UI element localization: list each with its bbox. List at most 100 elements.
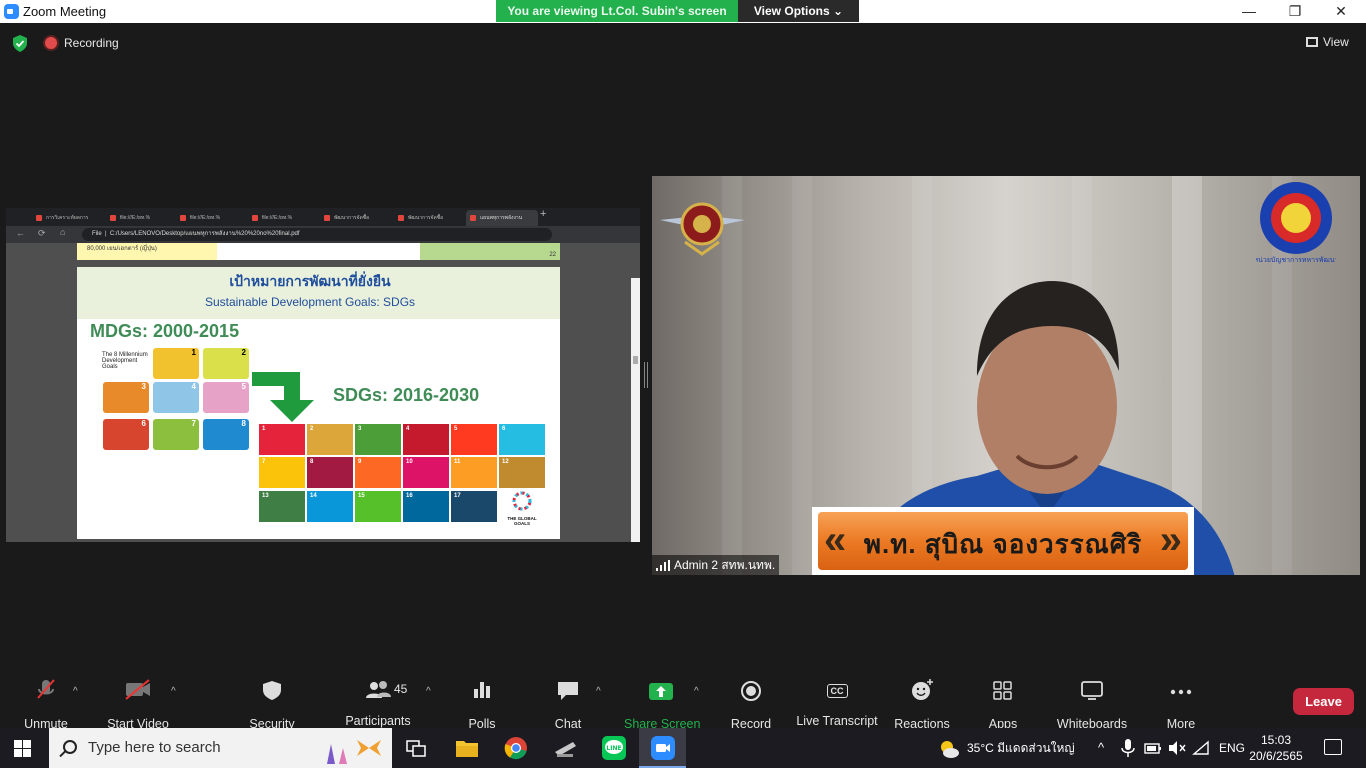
network-icon[interactable] [1192, 740, 1210, 756]
windows-start-icon[interactable] [14, 740, 31, 757]
reactions-button[interactable]: Reactions [894, 670, 950, 731]
video-camera-off-icon [125, 679, 150, 700]
security-shield-icon[interactable] [12, 35, 28, 52]
zoom-taskbar-active[interactable] [639, 728, 686, 768]
svg-text:LINE: LINE [606, 745, 621, 752]
mdg-goal-2-icon: 2 [203, 348, 249, 379]
new-tab-button[interactable]: + [540, 208, 546, 220]
security-button[interactable]: Security [246, 670, 298, 731]
browser-tab[interactable]: file:///E:/ยท.% [106, 210, 174, 226]
battery-icon[interactable] [1144, 740, 1162, 756]
tray-overflow-caret[interactable]: ^ [1098, 728, 1104, 768]
mdg-goal-7-icon: 7 [153, 419, 199, 450]
mdg-goal-3-icon: 3 [103, 382, 149, 413]
browser-tab[interactable]: file:///E:/ยท.% [176, 210, 244, 226]
minimize-button[interactable]: — [1226, 0, 1272, 23]
file-explorer-icon[interactable] [455, 736, 479, 760]
share-screen-arrow-icon [649, 683, 673, 700]
browser-tab-active[interactable]: แผนพหุการพลังงาน [466, 210, 538, 226]
sdg-goal-10-icon: 10 [403, 457, 449, 488]
close-button[interactable]: ✕ [1318, 0, 1364, 23]
browser-tab[interactable]: พัฒนาการจัดซื้อ [394, 210, 464, 226]
mdg-caption: The 8 Millennium Development Goals [102, 352, 148, 370]
splitter-handle[interactable] [644, 362, 648, 388]
home-icon[interactable]: ⌂ [60, 227, 65, 237]
audio-options-caret[interactable]: ^ [73, 686, 78, 697]
microphone-muted-icon [37, 679, 55, 699]
unit-emblem-icon: หน่วยบัญชาการทหารพัฒนา [1256, 182, 1336, 264]
chat-button[interactable]: Chat [548, 670, 588, 731]
view-options-button[interactable]: View Options ⌄ [738, 0, 859, 22]
sdg-goal-2-icon: 2 [307, 424, 353, 455]
url-field[interactable]: File | C:/Users/LENOVO/Desktop/แผนพหุการ… [82, 228, 552, 241]
back-icon[interactable]: ← [16, 228, 25, 238]
task-view-icon[interactable] [404, 736, 428, 760]
video-options-caret[interactable]: ^ [171, 686, 176, 697]
sdg-goal-6-icon: 6 [499, 424, 545, 455]
sdg-goal-17-icon: 17 [451, 491, 497, 522]
start-video-button[interactable]: Start Video [102, 670, 174, 731]
grid-icon [1306, 37, 1318, 47]
recording-label: Recording [64, 36, 119, 50]
zoom-app-icon [4, 4, 19, 19]
speaker-video-tile[interactable]: หน่วยบัญชาการทหารพัฒนา « » พ.ท. สุบิณ จอ… [652, 176, 1360, 575]
view-options-label: View Options [753, 4, 830, 18]
taskbar-clock[interactable]: 15:03 20/6/2565 [1246, 732, 1306, 764]
more-button[interactable]: More [1160, 670, 1202, 731]
taskbar-search-input[interactable]: Type here to search [49, 728, 392, 768]
security-shield-icon [263, 681, 281, 700]
speaker-muted-icon[interactable] [1168, 740, 1186, 756]
microphone-tray-icon[interactable] [1120, 738, 1136, 758]
browser-tab[interactable]: พัฒนาการจัดซื้อ [320, 210, 390, 226]
sdg-goal-15-icon: 15 [355, 491, 401, 522]
windows-taskbar: Type here to search LINE 35°C มีแดดส่วนใ… [0, 728, 1366, 768]
participants-label: Participants [345, 714, 411, 728]
previous-pdf-page: 80,000 เยน/เฮกตาร์ (ญี่ปุ่น) 22 [77, 243, 560, 260]
meeting-toolbar: Unmute ^ Start Video ^ Security 45 Parti… [0, 670, 1366, 731]
record-icon [741, 681, 761, 701]
chat-bubble-icon [558, 682, 578, 700]
share-screen-button[interactable]: Share Screen [624, 670, 700, 731]
polls-bar-chart-icon [474, 682, 490, 698]
mdg-goal-8-icon: 8 [203, 419, 249, 450]
reload-icon[interactable]: ⟳ [38, 228, 46, 239]
polls-button[interactable]: Polls [462, 670, 502, 731]
restore-button[interactable]: ❐ [1272, 0, 1318, 23]
window-title: Zoom Meeting [23, 4, 107, 19]
chrome-icon[interactable] [504, 736, 528, 760]
pdf-scrollbar[interactable] [631, 278, 640, 542]
pdf-viewer: 80,000 เยน/เฮกตาร์ (ญี่ปุ่น) 22 เป้าหมาย… [6, 243, 640, 542]
view-layout-button[interactable]: View [1306, 35, 1349, 49]
zoom-app-icon [651, 736, 675, 760]
browser-tab[interactable]: การวิเคราะห์ผลการ [32, 210, 104, 226]
weather-sun-cloud-icon [941, 741, 959, 758]
sdg-goal-4-icon: 4 [403, 424, 449, 455]
browser-tab[interactable]: file:///E:/ยท.% [248, 210, 316, 226]
shared-screen[interactable]: การวิเคราะห์ผลการ file:///E:/ยท.% file:/… [6, 208, 640, 542]
scanner-app-icon[interactable] [553, 736, 577, 760]
unmute-button[interactable]: Unmute [18, 670, 74, 731]
viewing-screen-banner: You are viewing Lt.Col. Subin's screen [496, 0, 738, 22]
share-options-caret[interactable]: ^ [694, 686, 699, 697]
participants-button[interactable]: 45 Participants [344, 670, 412, 728]
line-app-icon[interactable]: LINE [602, 736, 626, 760]
connection-signal-icon [656, 560, 670, 571]
leave-button[interactable]: Leave [1293, 688, 1354, 715]
slide-title-thai: เป้าหมายการพัฒนาที่ยั่งยืน [229, 273, 391, 289]
slide-header: เป้าหมายการพัฒนาที่ยั่งยืน Sustainable D… [77, 267, 560, 319]
language-indicator[interactable]: ENG [1219, 728, 1245, 768]
record-button[interactable]: Record [728, 670, 774, 731]
participants-options-caret[interactable]: ^ [426, 686, 431, 697]
closed-caption-icon: CC [826, 684, 848, 698]
apps-button[interactable]: Apps [984, 670, 1022, 731]
url-prefix: File [92, 231, 102, 237]
sdgs-title: SDGs: 2016-2030 [333, 385, 480, 405]
chat-options-caret[interactable]: ^ [596, 686, 601, 697]
weather-text[interactable]: 35°C มีแดดส่วนใหญ่ [967, 728, 1075, 768]
live-transcript-button[interactable]: CC Live Transcript [796, 670, 878, 728]
whiteboards-button[interactable]: Whiteboards [1054, 670, 1130, 731]
sdg-goal-9-icon: 9 [355, 457, 401, 488]
notification-center-icon[interactable] [1324, 739, 1342, 755]
sdg-goal-13-icon: 13 [259, 491, 305, 522]
sdg-goal-5-icon: 5 [451, 424, 497, 455]
